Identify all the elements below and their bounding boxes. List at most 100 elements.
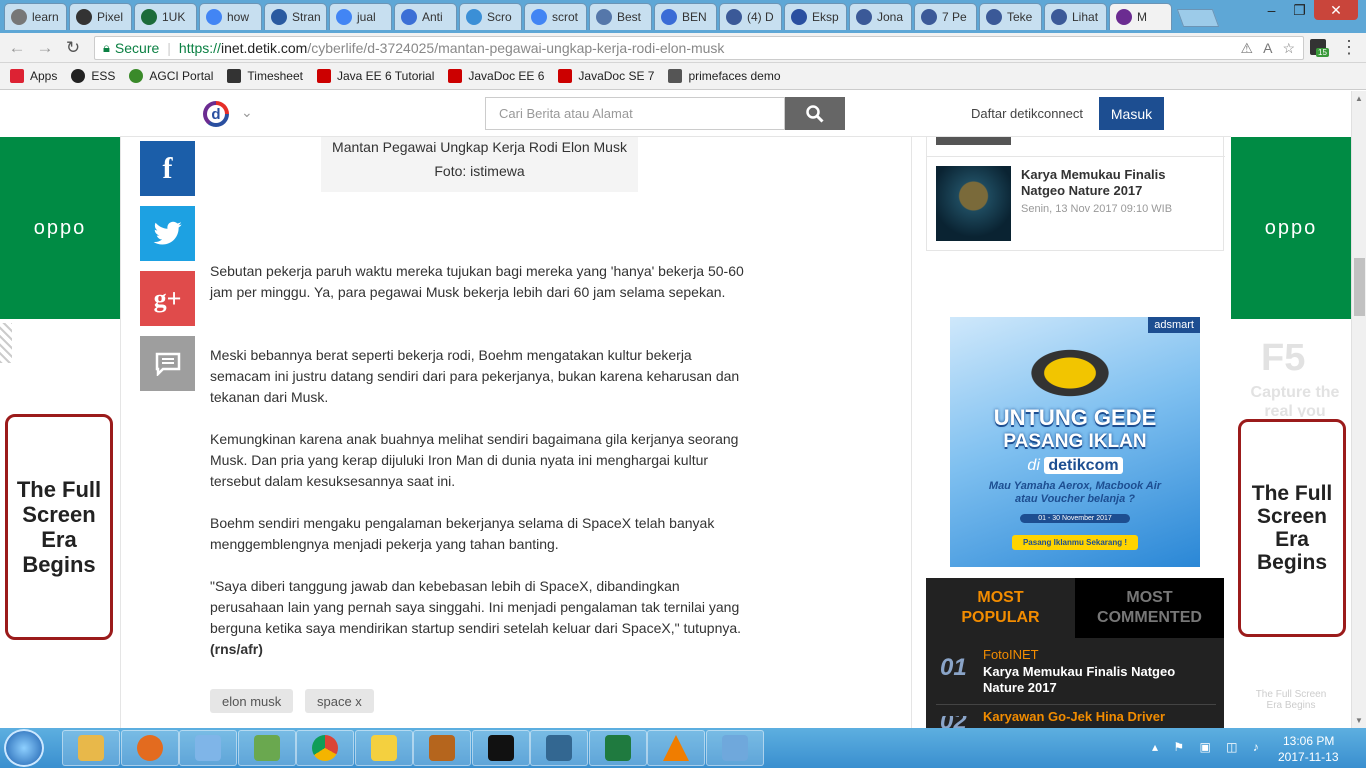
ad-subtitle: Mau Yamaha Aerox, Macbook Air atau Vouch… [988, 480, 1162, 505]
taskbar-app-button[interactable] [530, 730, 588, 766]
tab-most-commented[interactable]: MOST COMMENTED [1075, 578, 1224, 638]
browser-tab[interactable]: 7 Pe [914, 3, 977, 30]
search-button[interactable] [785, 97, 845, 130]
article-paragraph: Sebutan pekerja paruh waktu mereka tujuk… [210, 263, 744, 300]
taskbar-app-button[interactable] [647, 730, 705, 766]
back-button[interactable]: ← [6, 37, 28, 59]
photo-credit: Foto: istimewa [434, 163, 525, 179]
maximize-button[interactable]: ❐ [1286, 0, 1313, 20]
clock-time[interactable]: 13:06 PM [1283, 734, 1334, 748]
browser-tab[interactable]: (4) D [719, 3, 782, 30]
browser-tab[interactable]: BEN [654, 3, 717, 30]
browser-tab[interactable]: how [199, 3, 262, 30]
browser-tab[interactable]: Teke [979, 3, 1042, 30]
small-tagline: The Full Screen Era Begins [1255, 689, 1327, 711]
tab-strip: learn Pixel 1UK how Stran jual Anti Scro scrot Be… [0, 0, 1366, 33]
excel-icon [604, 735, 631, 761]
popular-title[interactable]: Karyawan Go-Jek Hina Driver [983, 709, 1208, 725]
browser-tab[interactable]: learn [4, 3, 67, 30]
blocked-icon[interactable]: ⚠ [1241, 40, 1254, 57]
forward-button[interactable]: → [34, 37, 56, 59]
popular-rank: 02 [940, 716, 967, 728]
google-plus-share-button[interactable]: g+ [140, 271, 195, 326]
login-button[interactable]: Masuk [1099, 97, 1164, 130]
taskbar-app-button[interactable] [179, 730, 237, 766]
minimize-button[interactable]: – [1258, 0, 1285, 20]
browser-tab[interactable]: scrot [524, 3, 587, 30]
bookmark-star-icon[interactable]: ☆ [1282, 40, 1295, 57]
address-bar[interactable]: 🔒︎ Secure | https:// inet.detik.com /cyb… [94, 36, 1304, 60]
scroll-down-arrow[interactable]: ▼ [1355, 716, 1363, 725]
taskbar-app-button[interactable] [705, 730, 764, 766]
model-label: F5 [1261, 337, 1306, 379]
new-tab-button[interactable] [1176, 9, 1220, 27]
browser-tab[interactable]: 1UK [134, 3, 197, 30]
left-side-ad[interactable]: oppo The Full Screen Era Begins [0, 137, 120, 728]
bookmark-label: ESS [91, 69, 116, 83]
start-button[interactable] [4, 729, 44, 767]
taskbar-app-button[interactable] [588, 730, 647, 766]
bookmark-label: JavaDoc EE 6 [468, 69, 545, 83]
browser-tab[interactable]: Jona [849, 3, 912, 30]
reload-button[interactable]: ↻ [62, 37, 84, 59]
bookmark-item[interactable]: JavaDoc EE 6 [448, 69, 544, 83]
chevron-down-icon[interactable]: ⌄ [241, 104, 253, 121]
lock-icon: 🔒︎ [103, 40, 110, 55]
bookmark-item[interactable]: Timesheet [227, 69, 303, 83]
bookmark-item[interactable]: primefaces demo [668, 69, 781, 83]
tray-icons[interactable]: ▴ ⚑ ▣ ◫ ♪ [1152, 740, 1265, 754]
agci-icon [129, 69, 144, 83]
browser-tab[interactable]: Eksp [784, 3, 847, 30]
adsmart-banner[interactable]: adsmart UNTUNG GEDE PASANG IKLAN di deti… [950, 317, 1200, 567]
taskbar-app-button[interactable] [471, 730, 530, 766]
register-link[interactable]: Daftar detikconnect [971, 106, 1083, 121]
translate-icon[interactable]: A [1263, 40, 1272, 56]
browser-tab[interactable]: Lihat [1044, 3, 1107, 30]
taskbar-app-button[interactable] [120, 730, 179, 766]
clock-date[interactable]: 2017-11-13 [1278, 750, 1339, 764]
google-plus-icon: g+ [153, 283, 182, 313]
tag-elon-musk[interactable]: elon musk [210, 689, 294, 713]
extension-icon[interactable]: 15 [1310, 39, 1329, 57]
taskbar-app-button[interactable] [237, 730, 296, 766]
scrollbar-thumb[interactable] [1354, 258, 1365, 316]
chart-app-icon [253, 735, 280, 761]
bookmark-item[interactable]: Java EE 6 Tutorial [316, 69, 434, 83]
browser-tab[interactable]: Best [589, 3, 652, 30]
detik-logo[interactable]: d [203, 101, 229, 127]
search-input[interactable]: Cari Berita atau Alamat [485, 97, 785, 130]
facebook-share-button[interactable]: f [140, 141, 195, 196]
related-article-card[interactable]: Karya Memukau Finalis Natgeo Nature 2017… [926, 137, 1225, 251]
popular-rank: 01 [940, 654, 967, 681]
twitter-share-button[interactable] [140, 206, 195, 261]
taskbar-app-button[interactable] [62, 730, 120, 766]
popular-widget: MOST POPULAR MOST COMMENTED 01 FotoINET … [926, 578, 1224, 728]
related-title[interactable]: Karya Memukau Finalis Natgeo Nature 2017 [1021, 167, 1211, 199]
taskbar-app-button[interactable] [354, 730, 413, 766]
motorcycle-image [1010, 337, 1130, 397]
scroll-up-arrow[interactable]: ▲ [1355, 94, 1363, 103]
taskbar-app-button[interactable] [296, 730, 354, 766]
menu-icon[interactable]: ⋮ [1340, 37, 1358, 58]
tag-space-x[interactable]: space x [305, 689, 374, 713]
comment-button[interactable] [140, 336, 195, 391]
popular-title[interactable]: Karya Memukau Finalis Natgeo Nature 2017 [983, 664, 1208, 696]
tab-most-popular[interactable]: MOST POPULAR [926, 578, 1075, 638]
browser-tab[interactable]: Stran [264, 3, 327, 30]
related-date: Senin, 13 Nov 2017 09:10 WIB [1021, 203, 1173, 215]
browser-tab[interactable]: Pixel [69, 3, 132, 30]
close-window-button[interactable]: ✕ [1314, 0, 1358, 20]
taskbar-app-button[interactable] [413, 730, 471, 766]
bookmark-item[interactable]: AGCI Portal [129, 69, 213, 83]
browser-tab[interactable]: jual [329, 3, 392, 30]
bookmark-item[interactable]: JavaDoc SE 7 [558, 69, 654, 83]
bookmark-item[interactable]: ESS [71, 69, 115, 83]
page-scrollbar[interactable]: ▲ ▼ [1351, 91, 1366, 728]
browser-tab[interactable]: Anti [394, 3, 457, 30]
ad-cta-button[interactable]: Pasang Iklanmu Sekarang ! [1012, 535, 1138, 550]
url-scheme: https:// [178, 40, 221, 56]
browser-tab[interactable]: Scro [459, 3, 522, 30]
right-side-ad[interactable]: oppo F5 Capture the real you The Full Sc… [1231, 137, 1351, 728]
bookmark-item[interactable]: Apps [10, 69, 57, 83]
browser-tab[interactable]: M [1109, 3, 1172, 30]
